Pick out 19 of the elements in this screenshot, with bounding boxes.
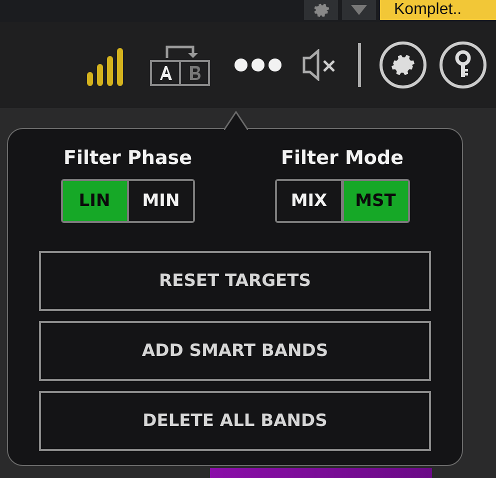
toggle-option[interactable]: LIN xyxy=(62,181,126,221)
preset-button[interactable]: Komplet.. xyxy=(380,0,496,20)
caret-icon xyxy=(351,5,367,15)
mute-icon[interactable] xyxy=(302,49,338,81)
ab-compare-icon[interactable] xyxy=(150,44,212,86)
key-icon[interactable] xyxy=(439,41,487,89)
toggle-option[interactable]: MIN xyxy=(129,181,193,221)
group-label: Filter Mode xyxy=(281,147,404,169)
toggle-option[interactable]: MST xyxy=(344,181,408,221)
action-button[interactable]: ADD SMART BANDS xyxy=(39,321,431,381)
settings-button[interactable] xyxy=(304,0,338,20)
more-icon[interactable] xyxy=(234,58,282,72)
dropdown-button[interactable] xyxy=(342,0,376,20)
settings-icon[interactable] xyxy=(379,41,427,89)
toggle-option[interactable]: MIX xyxy=(277,181,341,221)
action-button[interactable]: DELETE ALL BANDS xyxy=(39,391,431,451)
group-label: Filter Phase xyxy=(64,147,192,169)
action-button[interactable]: RESET TARGETS xyxy=(39,251,431,311)
settings-icon xyxy=(312,1,330,19)
